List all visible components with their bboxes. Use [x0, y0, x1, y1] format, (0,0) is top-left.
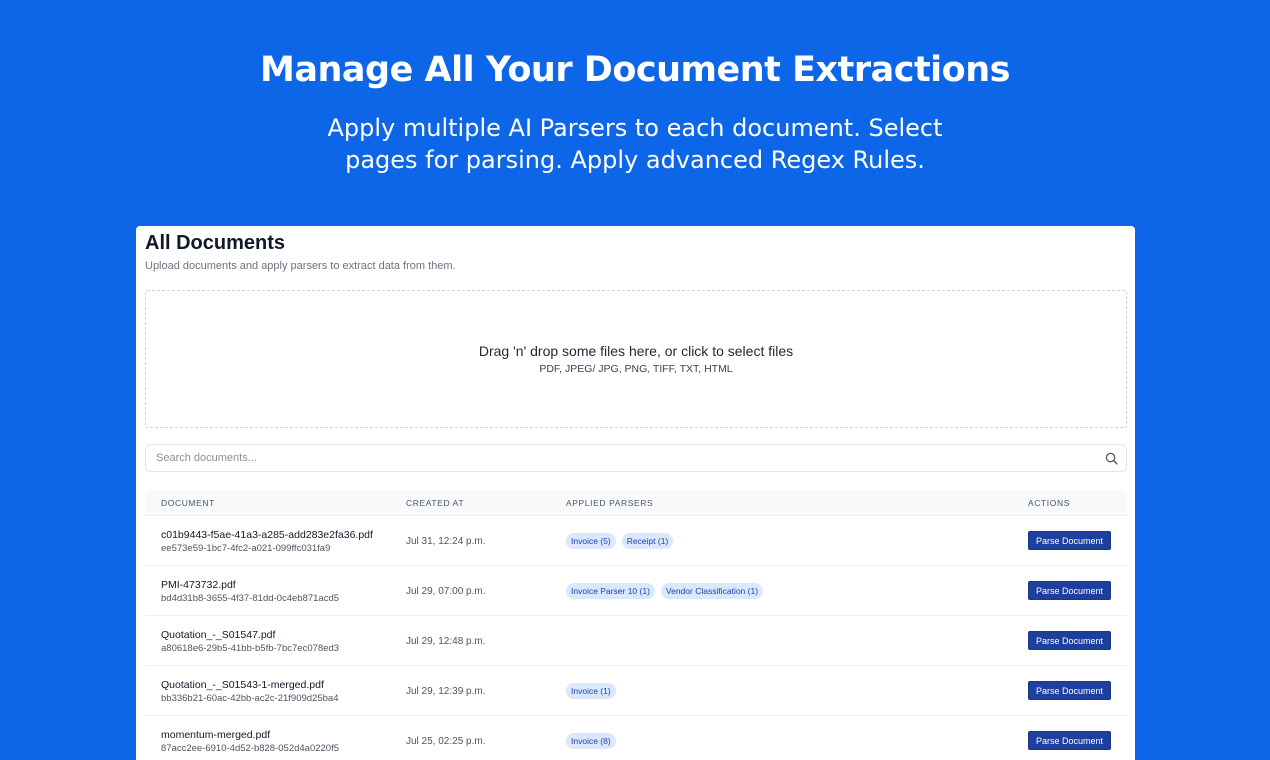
table-row[interactable]: Quotation_-_S01543-1-merged.pdf bb336b21…: [145, 666, 1127, 716]
search-bar: [145, 444, 1127, 472]
hero-title: Manage All Your Document Extractions: [260, 50, 1010, 90]
table-row[interactable]: PMI-473732.pdf bd4d31b8-3655-4f37-81dd-0…: [145, 566, 1127, 616]
dropzone-file-types: PDF, JPEG/ JPG, PNG, TIFF, TXT, HTML: [539, 363, 733, 375]
applied-parsers: Invoice Parser 10 (1) Vendor Classificat…: [566, 583, 764, 599]
parse-document-button[interactable]: Parse Document: [1028, 581, 1111, 600]
documents-panel: All Documents Upload documents and apply…: [136, 226, 1135, 760]
header-created-at[interactable]: CREATED AT: [406, 498, 464, 508]
page-title: All Documents: [145, 232, 286, 254]
document-name[interactable]: PMI-473732.pdf: [161, 579, 236, 591]
parser-chip[interactable]: Receipt (1): [621, 533, 674, 549]
parser-chip[interactable]: Invoice Parser 10 (1): [566, 583, 655, 599]
hero-subtitle-line-1: Apply multiple AI Parsers to each docume…: [327, 114, 943, 142]
search-input[interactable]: [146, 445, 1096, 471]
document-id: bd4d31b8-3655-4f37-81dd-0c4eb871acd5: [161, 593, 340, 604]
parse-document-button[interactable]: Parse Document: [1028, 531, 1111, 550]
table-row[interactable]: c01b9443-f5ae-41a3-a285-add283e2fa36.pdf…: [145, 516, 1127, 566]
created-at: Jul 29, 12:48 p.m.: [406, 636, 486, 647]
document-name[interactable]: momentum-merged.pdf: [161, 729, 270, 741]
header-actions: ACTIONS: [1028, 497, 1070, 508]
dropzone-text: Drag 'n' drop some files here, or click …: [478, 343, 794, 359]
applied-parsers: Invoice (1): [566, 683, 616, 699]
parse-document-button[interactable]: Parse Document: [1028, 631, 1111, 650]
hero-subtitle: Apply multiple AI Parsers to each docume…: [0, 112, 1270, 176]
parse-document-button[interactable]: Parse Document: [1028, 681, 1111, 700]
page-description: Upload documents and apply parsers to ex…: [145, 260, 456, 272]
document-id: 87acc2ee-6910-4d52-b828-052d4a0220f5: [161, 743, 340, 754]
table-header: DOCUMENT CREATED AT APPLIED PARSERS ACTI…: [145, 490, 1127, 516]
table-row[interactable]: momentum-merged.pdf 87acc2ee-6910-4d52-b…: [145, 716, 1127, 760]
applied-parsers: Invoice (5) Receipt (1): [566, 533, 674, 549]
hero-subtitle-line-2: pages for parsing. Apply advanced Regex …: [345, 146, 925, 174]
document-id: a80618e6-29b5-41bb-b5fb-7bc7ec078ed3: [161, 643, 340, 654]
header-applied-parsers: APPLIED PARSERS: [566, 497, 654, 508]
document-id: bb336b21-60ac-42bb-ac2c-21f909d25ba4: [161, 693, 339, 704]
parser-chip[interactable]: Invoice (1): [566, 683, 616, 699]
header-document[interactable]: DOCUMENT: [161, 498, 215, 508]
table-row[interactable]: Quotation_-_S01547.pdf a80618e6-29b5-41b…: [145, 616, 1127, 666]
created-at: Jul 29, 07:00 p.m.: [406, 586, 486, 597]
created-at: Jul 25, 02:25 p.m.: [406, 736, 486, 747]
search-icon[interactable]: [1096, 445, 1126, 471]
parser-chip[interactable]: Invoice (8): [566, 733, 616, 749]
applied-parsers: Invoice (8): [566, 733, 616, 749]
parse-document-button[interactable]: Parse Document: [1028, 731, 1111, 750]
document-name[interactable]: c01b9443-f5ae-41a3-a285-add283e2fa36.pdf: [161, 529, 373, 541]
parser-chip[interactable]: Invoice (5): [566, 533, 616, 549]
documents-table: DOCUMENT CREATED AT APPLIED PARSERS ACTI…: [145, 490, 1127, 760]
parser-chip[interactable]: Vendor Classification (1): [660, 583, 764, 599]
document-name[interactable]: Quotation_-_S01547.pdf: [161, 629, 275, 641]
created-at: Jul 31, 12:24 p.m.: [406, 536, 486, 547]
document-id: ee573e59-1bc7-4fc2-a021-099ffc031fa9: [161, 543, 331, 554]
document-name[interactable]: Quotation_-_S01543-1-merged.pdf: [161, 679, 324, 691]
created-at: Jul 29, 12:39 p.m.: [406, 686, 486, 697]
file-dropzone[interactable]: Drag 'n' drop some files here, or click …: [145, 290, 1127, 428]
